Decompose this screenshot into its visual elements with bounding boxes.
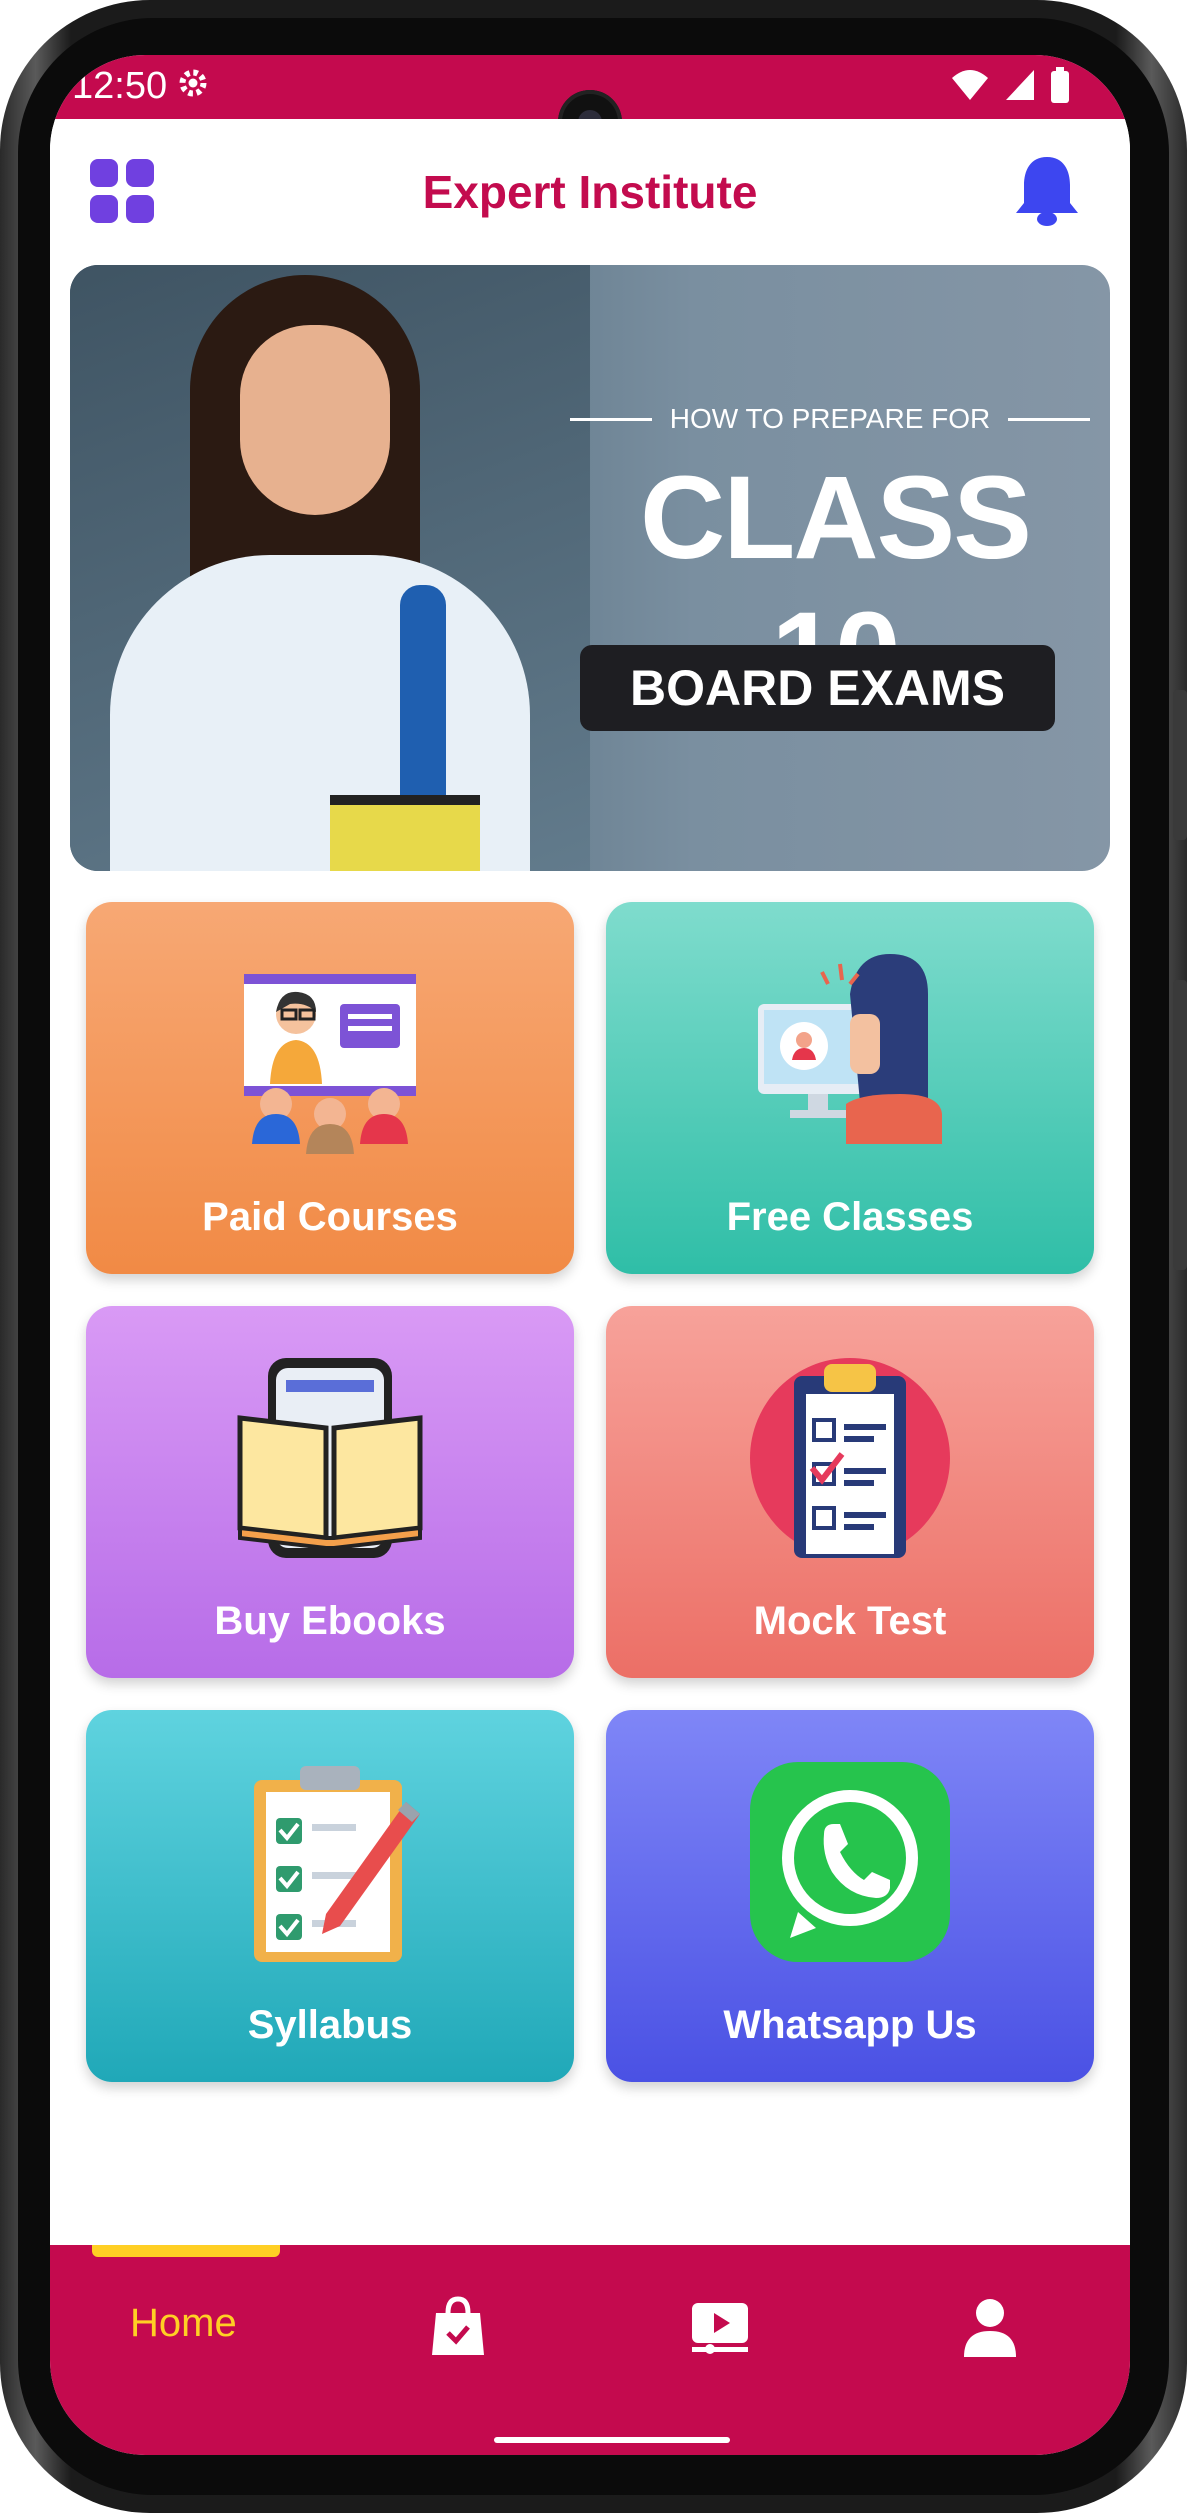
whatsapp-us-tile[interactable]: Whatsapp Us <box>606 1710 1094 2082</box>
wifi-icon <box>952 70 988 100</box>
bottom-navigation: Home <box>50 2245 1130 2455</box>
mock-test-label: Mock Test <box>753 1599 947 1643</box>
gesture-handle <box>494 2437 730 2443</box>
signal-icon <box>1006 70 1034 100</box>
mock-test-tile[interactable]: Mock Test <box>606 1306 1094 1678</box>
settings-gear-icon <box>179 69 207 97</box>
ebook-tablet-icon <box>237 1358 423 1558</box>
shopping-bag-icon[interactable] <box>428 2295 488 2359</box>
battery-icon <box>1051 67 1069 103</box>
syllabus-label: Syllabus <box>247 2003 413 2047</box>
paid-courses-tile[interactable]: Paid Courses <box>86 902 574 1274</box>
clipboard-test-icon <box>750 1358 950 1558</box>
syllabus-checklist-icon <box>254 1766 420 1962</box>
student-photo <box>240 325 390 515</box>
profile-icon[interactable] <box>960 2295 1020 2359</box>
teacher-classroom-icon <box>244 974 416 1154</box>
paid-courses-label: Paid Courses <box>202 1195 458 1239</box>
phone-screen: 12:50 Expert Institute HOW TO PREPARE FO… <box>50 55 1130 2455</box>
app-bar: Expert Institute <box>50 119 1130 259</box>
whatsapp-icon <box>750 1762 950 1962</box>
nav-home-tab[interactable]: Home <box>130 2301 237 2346</box>
banner-pill: BOARD EXAMS <box>580 645 1055 731</box>
notification-bell-icon[interactable] <box>1012 153 1082 229</box>
syllabus-tile[interactable]: Syllabus <box>86 1710 574 2082</box>
buy-ebooks-tile[interactable]: Buy Ebooks <box>86 1306 574 1678</box>
whatsapp-us-label: Whatsapp Us <box>723 2003 977 2047</box>
active-tab-indicator <box>92 2245 280 2257</box>
phone-frame: 12:50 Expert Institute HOW TO PREPARE FO… <box>0 0 1187 2513</box>
free-classes-tile[interactable]: Free Classes <box>606 902 1094 1274</box>
video-icon[interactable] <box>690 2295 750 2359</box>
promo-banner[interactable]: HOW TO PREPARE FOR CLASS 10 BOARD EXAMS <box>70 265 1110 871</box>
app-title: Expert Institute <box>422 166 758 218</box>
online-class-icon <box>758 954 942 1144</box>
banner-subtitle: HOW TO PREPARE FOR <box>570 403 1091 435</box>
free-classes-label: Free Classes <box>726 1195 974 1239</box>
buy-ebooks-label: Buy Ebooks <box>214 1599 446 1643</box>
status-time: 12:50 <box>72 65 168 107</box>
